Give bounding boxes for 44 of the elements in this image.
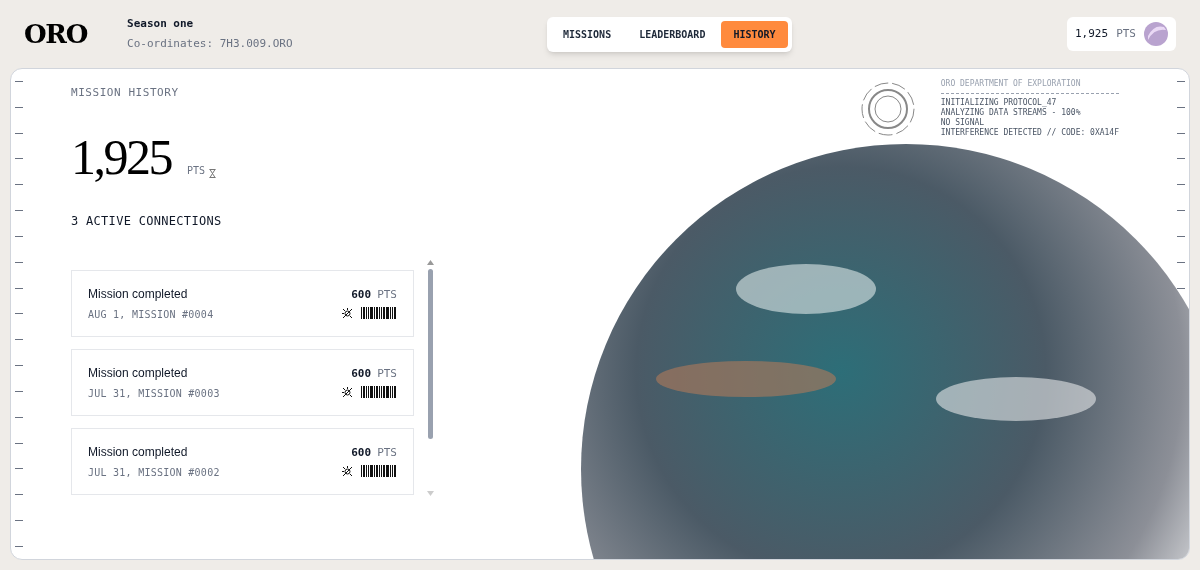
scrollbar-thumb[interactable] [427, 268, 433, 439]
coordinates-label: Co-ordinates: 7H3.009.ORO [127, 36, 293, 52]
mission-card[interactable]: Mission completed AUG 1, MISSION #0004 600 PTS [71, 269, 414, 337]
scroll-up-icon[interactable] [426, 259, 434, 265]
mission-points-unit: PTS [377, 365, 397, 382]
logo[interactable]: ORO [24, 14, 87, 54]
avatar-icon[interactable] [1144, 22, 1168, 46]
points-unit: PTS [1116, 25, 1136, 42]
section-title: MISSION HISTORY [71, 85, 180, 101]
barcode-icon [361, 465, 397, 478]
barcode-icon [361, 386, 397, 399]
mission-card[interactable]: Mission completed JUL 31, MISSION #0003 600 PTS [71, 348, 414, 416]
nav-tab[interactable]: HISTORY [721, 21, 788, 48]
mission-title: Mission completed [88, 364, 189, 382]
console-line: INITIALIZING PROTOCOL_47 [940, 98, 1058, 108]
mission-date: JUL 31, MISSION #0002 [88, 465, 220, 480]
barcode-icon [361, 307, 397, 320]
console-line: NO SIGNAL [940, 118, 986, 128]
console-heading: ORO DEPARTMENT OF EXPLORATION [940, 79, 1119, 94]
scroll-down-icon[interactable] [426, 490, 434, 496]
mission-card[interactable]: Mission completed JUL 31, MISSION #0002 600 PTS [71, 427, 414, 495]
console-line: INTERFERENCE DETECTED // CODE: 0XA14F [940, 128, 1119, 138]
mission-title: Mission completed [88, 443, 189, 461]
nav-tab[interactable]: MISSIONS [551, 21, 624, 48]
mission-title: Mission completed [88, 285, 189, 303]
satellite-icon [342, 386, 353, 398]
scrollbar[interactable] [426, 259, 434, 496]
total-points: 1,925 [71, 131, 171, 182]
mission-date: JUL 31, MISSION #0003 [88, 386, 220, 401]
mission-points: 600 [351, 286, 372, 303]
mission-points-unit: PTS [377, 286, 397, 303]
satellite-icon [342, 465, 353, 477]
connections-count: 3 ACTIVE CONNECTIONS [71, 212, 223, 230]
nav-tab[interactable]: LEADERBOARD [627, 21, 718, 48]
mission-points-unit: PTS [377, 444, 397, 461]
points-value: 1,925 [1075, 25, 1109, 42]
satellite-icon [342, 307, 353, 319]
mission-date: AUG 1, MISSION #0004 [88, 307, 214, 322]
hourglass-icon [209, 168, 217, 178]
season-label: Season one [127, 15, 195, 32]
mission-points: 600 [351, 365, 372, 382]
total-points-unit: PTS [187, 163, 206, 178]
mission-points: 600 [351, 444, 372, 461]
console-line: ANALYZING DATA STREAMS - 100% [940, 108, 1082, 118]
